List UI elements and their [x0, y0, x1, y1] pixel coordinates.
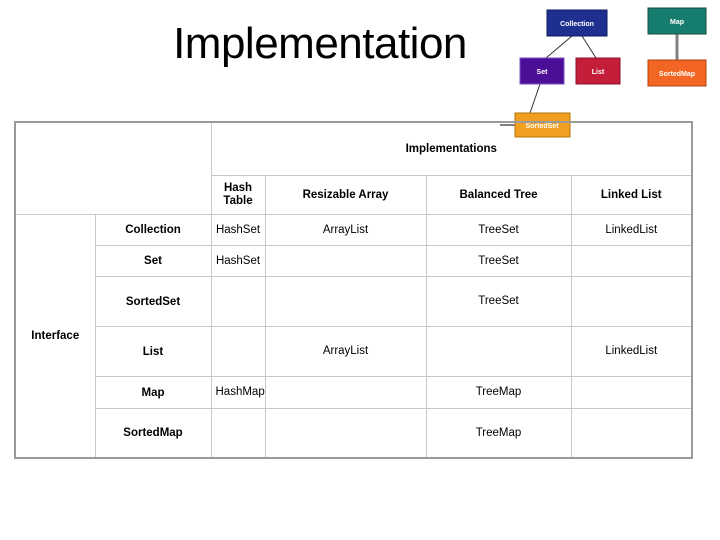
diagram-node-map: Map: [647, 7, 707, 35]
column-header-resizable-array: Resizable Array: [264, 175, 427, 215]
interface-implementation-matrix: Implementations Hash Table Resizable Arr…: [14, 121, 694, 459]
column-header-hash-table: Hash Table: [210, 175, 266, 215]
cell-sorted-map-linked-list: [570, 408, 693, 459]
cell-sorted-map-resizable-array: [264, 408, 427, 459]
cell-map-resizable-array: [264, 376, 427, 409]
cell-set-linked-list: [570, 245, 693, 277]
cell-sorted-map-hash-table: [210, 408, 266, 459]
diagram-node-collection: Collection: [546, 9, 608, 37]
cell-collection-hash-table: HashSet: [210, 214, 266, 246]
row-header-map: Map: [94, 376, 212, 409]
cell-set-hash-table: HashSet: [210, 245, 266, 277]
cell-sorted-map-balanced-tree: TreeMap: [425, 408, 572, 459]
edge-set-sortedset: [529, 83, 541, 114]
cell-sorted-set-balanced-tree: TreeSet: [425, 276, 572, 327]
cell-sorted-set-resizable-array: [264, 276, 427, 327]
cell-set-resizable-array: [264, 245, 427, 277]
diagram-node-set-label: Set: [537, 69, 549, 76]
table-row: SortedSet TreeSet: [15, 276, 693, 327]
cell-list-balanced-tree: [425, 326, 572, 377]
diagram-node-collection-label: Collection: [560, 21, 594, 28]
cell-map-linked-list: [570, 376, 693, 409]
cell-set-balanced-tree: TreeSet: [425, 245, 572, 277]
edge-collection-set: [545, 35, 573, 59]
cell-sorted-set-linked-list: [570, 276, 693, 327]
row-header-list: List: [94, 326, 212, 377]
diagram-node-map-label: Map: [670, 19, 684, 26]
row-group-header-interface: Interface: [14, 214, 96, 459]
diagram-node-list-label: List: [592, 69, 605, 76]
row-header-sorted-set: SortedSet: [94, 276, 212, 327]
cell-sorted-set-hash-table: [210, 276, 266, 327]
diagram-node-sortedmap: SortedMap: [647, 59, 707, 87]
cell-collection-balanced-tree: TreeSet: [425, 214, 572, 246]
table-row: List ArrayList LinkedList: [15, 326, 693, 377]
table-row: SortedMap TreeMap: [15, 408, 693, 459]
table-header-row-group: Implementations: [14, 121, 693, 215]
cell-list-linked-list: LinkedList: [570, 326, 693, 377]
edge-collection-list: [581, 35, 597, 59]
table-row: Set HashSet TreeSet: [15, 245, 693, 277]
diagram-node-set: Set: [519, 57, 565, 85]
diagram-node-sortedmap-label: SortedMap: [659, 71, 695, 78]
cell-map-hash-table: HashMap: [210, 376, 266, 409]
diagram-node-list: List: [575, 57, 621, 85]
table-corner-blank: [14, 121, 212, 215]
cell-collection-resizable-array: ArrayList: [264, 214, 427, 246]
column-header-linked-list: Linked List: [570, 175, 693, 215]
column-header-balanced-tree: Balanced Tree: [425, 175, 572, 215]
row-header-sorted-map: SortedMap: [94, 408, 212, 459]
table-row: Interface Collection HashSet ArrayList T…: [14, 214, 693, 459]
row-header-collection: Collection: [94, 214, 212, 246]
row-header-set: Set: [94, 245, 212, 277]
cell-list-resizable-array: ArrayList: [264, 326, 427, 377]
table-row: Map HashMap TreeMap: [15, 376, 693, 409]
cell-list-hash-table: [210, 326, 266, 377]
cell-collection-linked-list: LinkedList: [570, 214, 693, 246]
table-header-implementations: Implementations: [210, 121, 693, 176]
cell-map-balanced-tree: TreeMap: [425, 376, 572, 409]
